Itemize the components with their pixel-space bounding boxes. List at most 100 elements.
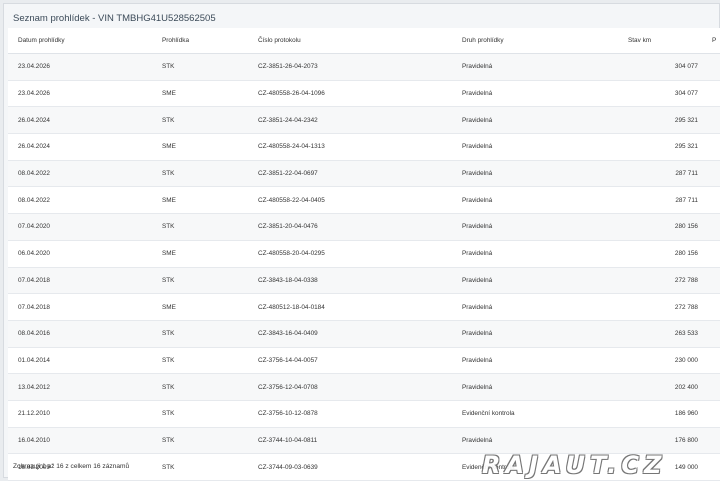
inspection-cell: STK (158, 427, 254, 455)
protocol-cell: CZ-480558-22-04-0405 (254, 186, 458, 215)
date-cell: 13.04.2012 (8, 373, 158, 401)
odometer-cell: 230 000 (624, 347, 708, 375)
column-header-protocol[interactable]: Číslo protokolu (254, 28, 458, 54)
truncated-cell (708, 293, 720, 321)
table-row[interactable]: 08.04.2022 SME CZ-480558-22-04-0405 Pravide… (8, 186, 720, 215)
truncated-cell (708, 400, 720, 428)
type-cell: Pravidelná (458, 347, 624, 375)
odometer-cell: 304 077 (624, 80, 708, 108)
date-cell: 08.04.2016 (8, 320, 158, 348)
truncated-cell (708, 427, 720, 455)
protocol-cell: CZ-3851-22-04-0697 (254, 160, 458, 188)
type-cell: Pravidelná (458, 373, 624, 401)
table-row[interactable]: 07.04.2020 STK CZ-3851-20-04-0476 Pravideln… (8, 213, 720, 241)
inspection-cell: STK (158, 400, 254, 428)
odometer-cell: 272 788 (624, 293, 708, 321)
protocol-cell: CZ-480558-26-04-1096 (254, 80, 458, 108)
truncated-cell (708, 373, 720, 401)
inspection-cell: STK (158, 160, 254, 188)
inspection-cell: STK (158, 320, 254, 348)
column-header-inspection[interactable]: Prohlídka (158, 28, 254, 54)
truncated-cell (708, 186, 720, 215)
date-cell: 08.04.2022 (8, 160, 158, 188)
date-cell: 26.04.2024 (8, 106, 158, 135)
protocol-cell: CZ-480512-18-04-0184 (254, 293, 458, 321)
table-row[interactable]: 26.04.2024 SME CZ-480558-24-04-1313 Pravide… (8, 133, 720, 161)
column-header-odometer[interactable]: Stav km (624, 28, 708, 54)
table-row[interactable]: 21.12.2010 STK CZ-3756-10-12-0878 Evidenční… (8, 400, 720, 428)
table-row[interactable]: 01.04.2014 STK CZ-3756-14-04-0057 Pravideln… (8, 347, 720, 375)
date-cell: 08.04.2022 (8, 186, 158, 215)
type-cell: Pravidelná (458, 80, 624, 108)
protocol-cell: CZ-480558-24-04-1313 (254, 133, 458, 161)
odometer-cell: 304 077 (624, 53, 708, 81)
table-row[interactable]: 07.04.2018 STK CZ-3843-18-04-0338 Pravideln… (8, 267, 720, 295)
table-row[interactable]: 26.04.2024 STK CZ-3851-24-04-2342 Pravideln… (8, 106, 720, 135)
protocol-cell: CZ-3851-20-04-0476 (254, 213, 458, 241)
protocol-cell: CZ-3843-16-04-0409 (254, 320, 458, 348)
odometer-cell: 295 321 (624, 133, 708, 161)
watermark-logo: RAJAUT.CZ (482, 451, 667, 479)
table-row[interactable]: 08.04.2022 STK CZ-3851-22-04-0697 Pravideln… (8, 160, 720, 188)
type-cell: Pravidelná (458, 267, 624, 295)
protocol-cell: CZ-3744-10-04-0811 (254, 427, 458, 455)
truncated-cell (708, 53, 720, 81)
inspections-table: Datum prohlídky Prohlídka Číslo protokol… (8, 28, 720, 481)
truncated-cell (708, 453, 720, 481)
inspection-cell: STK (158, 53, 254, 81)
inspection-cell: SME (158, 133, 254, 161)
protocol-cell: CZ-3756-12-04-0708 (254, 373, 458, 401)
table-row[interactable]: 23.04.2026 STK CZ-3851-26-04-2073 Pravideln… (8, 53, 720, 81)
type-cell: Pravidelná (458, 133, 624, 161)
odometer-cell: 186 960 (624, 400, 708, 428)
table-row[interactable]: 06.04.2020 SME CZ-480558-20-04-0295 Pravide… (8, 240, 720, 268)
column-header-type[interactable]: Druh prohlídky (458, 28, 624, 54)
column-header-truncated[interactable]: P (708, 28, 720, 54)
truncated-cell (708, 240, 720, 268)
inspection-cell: STK (158, 453, 254, 481)
table-summary: Zobrazuji 1 až 16 z celkem 16 záznamů (13, 463, 130, 470)
inspection-cell: STK (158, 347, 254, 375)
date-cell: 16.04.2010 (8, 427, 158, 455)
column-header-date[interactable]: Datum prohlídky (8, 28, 158, 54)
type-cell: Pravidelná (458, 53, 624, 81)
type-cell: Pravidelná (458, 427, 624, 455)
table-row[interactable]: 08.04.2016 STK CZ-3843-16-04-0409 Pravideln… (8, 320, 720, 348)
odometer-cell: 280 156 (624, 213, 708, 241)
date-cell: 07.04.2018 (8, 293, 158, 321)
table-row[interactable]: 13.04.2012 STK CZ-3756-12-04-0708 Pravideln… (8, 373, 720, 401)
table-row[interactable]: 16.04.2010 STK CZ-3744-10-04-0811 Pravideln… (8, 427, 720, 455)
type-cell: Evidenční kontrola (458, 400, 624, 428)
odometer-cell: 176 800 (624, 427, 708, 455)
inspection-cell: SME (158, 186, 254, 215)
date-cell: 07.04.2018 (8, 267, 158, 295)
type-cell: Pravidelná (458, 240, 624, 268)
type-cell: Pravidelná (458, 106, 624, 135)
inspection-cell: STK (158, 373, 254, 401)
panel-title: Seznam prohlídek - VIN TMBHG41U528562505 (13, 13, 216, 24)
protocol-cell: CZ-480558-20-04-0295 (254, 240, 458, 268)
table-row[interactable]: 23.04.2026 SME CZ-480558-26-04-1096 Pravide… (8, 80, 720, 108)
type-cell: Pravidelná (458, 293, 624, 321)
date-cell: 06.04.2020 (8, 240, 158, 268)
table-row[interactable]: 07.04.2018 SME CZ-480512-18-04-0184 Pravide… (8, 293, 720, 321)
date-cell: 23.04.2026 (8, 53, 158, 81)
truncated-cell (708, 160, 720, 188)
odometer-cell: 263 533 (624, 320, 708, 348)
type-cell: Pravidelná (458, 320, 624, 348)
truncated-cell (708, 106, 720, 135)
odometer-cell: 295 321 (624, 106, 708, 135)
date-cell: 23.04.2026 (8, 80, 158, 108)
protocol-cell: CZ-3851-26-04-2073 (254, 53, 458, 81)
type-cell: Pravidelná (458, 160, 624, 188)
inspection-cell: SME (158, 240, 254, 268)
odometer-cell: 280 156 (624, 240, 708, 268)
truncated-cell (708, 133, 720, 161)
odometer-cell: 287 711 (624, 186, 708, 215)
date-cell: 21.12.2010 (8, 400, 158, 428)
truncated-cell (708, 320, 720, 348)
odometer-cell: 272 788 (624, 267, 708, 295)
odometer-cell: 202 400 (624, 373, 708, 401)
inspection-cell: STK (158, 267, 254, 295)
truncated-cell (708, 347, 720, 375)
